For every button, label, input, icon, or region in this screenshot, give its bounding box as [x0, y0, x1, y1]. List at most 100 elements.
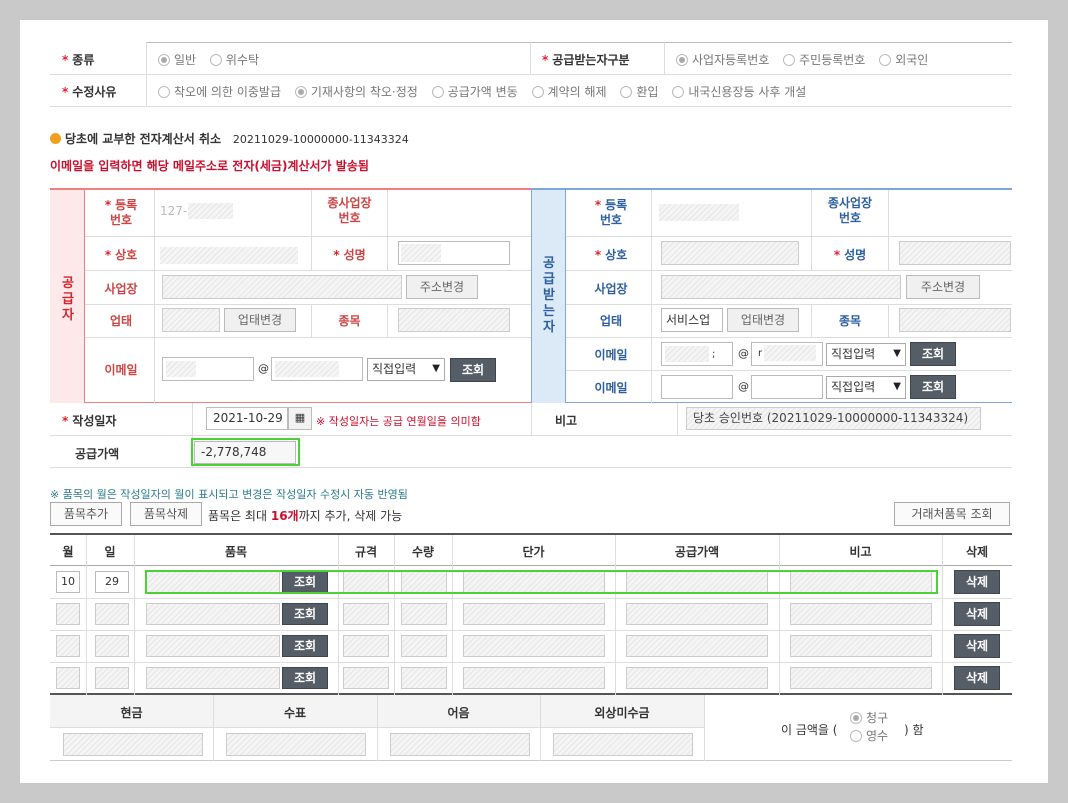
row-month-input[interactable] — [56, 603, 80, 625]
radio-icon[interactable] — [294, 86, 307, 98]
row-month-input[interactable]: 10 — [56, 571, 80, 593]
recipient-option-foreigner[interactable]: 외국인 — [879, 53, 928, 67]
date-input[interactable]: 2021-10-29 — [206, 407, 288, 430]
pay-cash-input[interactable] — [63, 733, 203, 756]
receiver-email2-lookup-button[interactable]: 조회 — [910, 375, 956, 399]
row-delete-button[interactable]: 삭제 — [954, 570, 1000, 594]
receiver-email2-domain-select[interactable]: 직접입력 ▼ — [826, 376, 906, 399]
receiver-email2-domain-input[interactable] — [751, 375, 823, 399]
recipient-option-residentno[interactable]: 주민등록번호 — [783, 53, 865, 67]
supplier-regno-value: 127- — [160, 204, 188, 218]
pay-note-input[interactable] — [390, 733, 530, 756]
row-spec-input[interactable] — [343, 603, 389, 625]
receiver-item-input[interactable] — [899, 308, 1011, 332]
radio-icon[interactable] — [158, 54, 170, 66]
supplier-address-change-button[interactable]: 주소변경 — [406, 275, 478, 299]
radio-icon[interactable] — [620, 86, 633, 98]
row-spec-input[interactable] — [343, 635, 389, 657]
row-remark-input[interactable] — [790, 635, 932, 657]
cancel-section-title: 당초에 교부한 전자계산서 취소 20211029-10000000-11343… — [50, 130, 409, 147]
row-supply-amount-input[interactable] — [626, 635, 768, 657]
pay-check-input[interactable] — [226, 733, 366, 756]
row-supply-amount-input[interactable] — [626, 667, 768, 689]
row-delete-button[interactable]: 삭제 — [954, 634, 1000, 658]
receiver-subbiz-label: 종사업장 번호 — [827, 196, 873, 225]
radio-icon[interactable] — [850, 730, 862, 742]
supplier-biztype-input[interactable] — [162, 308, 220, 332]
row-item-lookup-button[interactable]: 조회 — [282, 603, 328, 625]
radio-icon[interactable] — [850, 712, 862, 724]
supplier-name-input[interactable] — [398, 241, 510, 265]
radio-icon[interactable] — [672, 86, 685, 98]
reason-option-duplicate[interactable]: 착오에 의한 이중발급 — [158, 85, 281, 99]
amount-option-receipt[interactable]: 영수 — [850, 727, 888, 744]
row-item-lookup-button[interactable]: 조회 — [282, 667, 328, 689]
radio-icon[interactable] — [879, 54, 892, 66]
type-option-consignment[interactable]: 위수탁 — [209, 53, 259, 67]
receiver-email2-label: 이메일 — [594, 381, 628, 395]
supplier-biztype-change-button[interactable]: 업태변경 — [224, 308, 296, 332]
supplier-item-input[interactable] — [398, 308, 510, 332]
row-supply-amount-input[interactable] — [626, 603, 768, 625]
row-qty-input[interactable] — [401, 635, 447, 657]
remark-input[interactable]: 당초 승인번호 (20211029-10000000-11343324) — [686, 407, 981, 430]
row-spec-input[interactable] — [343, 667, 389, 689]
supplier-address-input[interactable] — [162, 275, 402, 299]
row-unit-price-input[interactable] — [463, 635, 605, 657]
row-qty-input[interactable] — [401, 603, 447, 625]
delete-item-button[interactable]: 품목삭제 — [130, 502, 202, 526]
reason-option-return[interactable]: 환입 — [620, 85, 658, 99]
row-unit-price-input[interactable] — [463, 603, 605, 625]
receiver-biztype-change-button[interactable]: 업태변경 — [727, 308, 799, 332]
bullet-icon — [50, 133, 61, 144]
receiver-email1-lookup-button[interactable]: 조회 — [910, 342, 956, 366]
calendar-icon[interactable]: ▦ — [288, 407, 312, 430]
row-month-input[interactable] — [56, 635, 80, 657]
row-delete-button[interactable]: 삭제 — [954, 666, 1000, 690]
receiver-email1-domain-select[interactable]: 직접입력 ▼ — [826, 343, 906, 366]
row-day-input[interactable] — [95, 667, 129, 689]
receiver-email1-domain-input[interactable]: r — [751, 342, 823, 366]
pay-credit-input[interactable] — [553, 733, 693, 756]
supplier-email-label: 이메일 — [104, 363, 138, 377]
reason-option-correction[interactable]: 기재사항의 착오·정정 — [294, 85, 418, 99]
row-remark-input[interactable] — [790, 603, 932, 625]
supplier-email-local-input[interactable] — [162, 357, 254, 381]
radio-icon[interactable] — [431, 86, 444, 98]
row-remark-input[interactable] — [790, 667, 932, 689]
row-day-input[interactable]: 29 — [95, 571, 129, 593]
radio-icon[interactable] — [209, 54, 222, 66]
receiver-name-input[interactable] — [899, 241, 1011, 265]
receiver-address-change-button[interactable]: 주소변경 — [906, 275, 980, 299]
row-month-input[interactable] — [56, 667, 80, 689]
supplier-email-domain-select[interactable]: 직접입력 ▼ — [367, 358, 445, 381]
reason-option-amount-change[interactable]: 공급가액 변동 — [431, 85, 518, 99]
add-item-button[interactable]: 품목추가 — [50, 502, 122, 526]
row-item-input[interactable] — [146, 603, 280, 625]
row-item-input[interactable] — [146, 667, 280, 689]
row-unit-price-input[interactable] — [463, 667, 605, 689]
radio-icon[interactable] — [783, 54, 796, 66]
reason-option-lc[interactable]: 내국신용장등 사후 개설 — [672, 85, 806, 99]
supplier-email-domain-input[interactable] — [271, 357, 363, 381]
row-day-input[interactable] — [95, 603, 129, 625]
radio-icon[interactable] — [531, 86, 544, 98]
receiver-biztype-input[interactable]: 서비스업 — [661, 308, 723, 332]
type-option-general[interactable]: 일반 — [158, 53, 196, 67]
receiver-company-input[interactable] — [661, 241, 799, 265]
row-qty-input[interactable] — [401, 667, 447, 689]
row-item-lookup-button[interactable]: 조회 — [282, 635, 328, 657]
receiver-email2-local-input[interactable] — [661, 375, 733, 399]
receiver-address-input[interactable] — [661, 275, 901, 299]
supplier-email-lookup-button[interactable]: 조회 — [450, 358, 496, 382]
row-delete-button[interactable]: 삭제 — [954, 602, 1000, 626]
row-item-input[interactable] — [146, 635, 280, 657]
partner-item-lookup-button[interactable]: 거래처품목 조회 — [894, 502, 1010, 526]
radio-icon[interactable] — [158, 86, 170, 98]
receiver-email1-local-input[interactable]: ; — [661, 342, 733, 366]
radio-icon[interactable] — [676, 54, 688, 66]
amount-option-claim[interactable]: 청구 — [850, 709, 888, 726]
recipient-option-bizno[interactable]: 사업자등록번호 — [676, 53, 769, 67]
reason-option-contract-cancel[interactable]: 계약의 해제 — [531, 85, 607, 99]
row-day-input[interactable] — [95, 635, 129, 657]
